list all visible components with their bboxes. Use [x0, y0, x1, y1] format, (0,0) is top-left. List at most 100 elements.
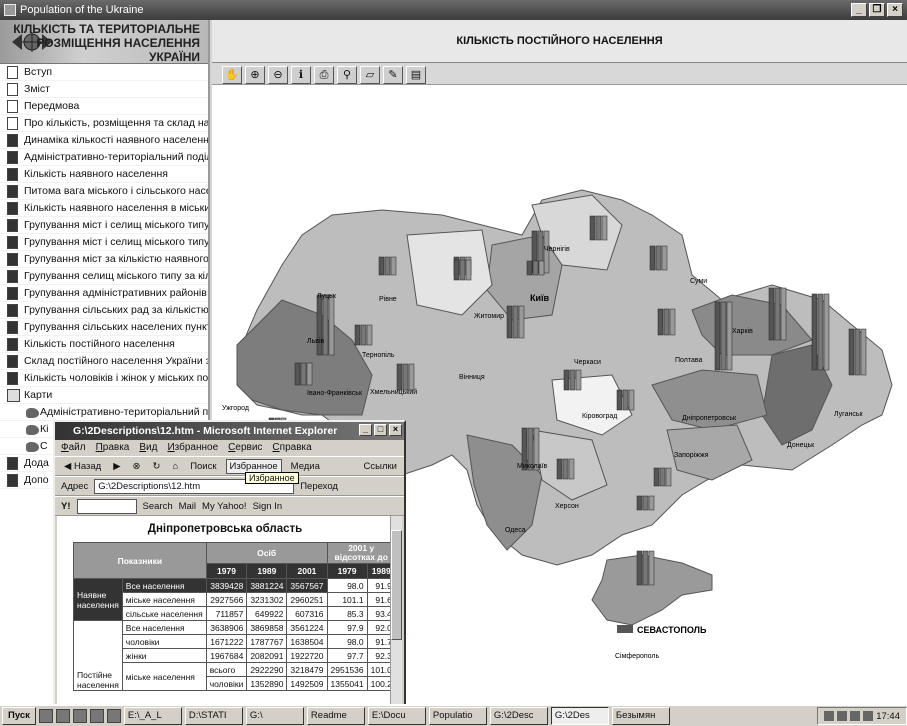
my-yahoo-button[interactable]: My Yahoo! [202, 501, 247, 512]
info-icon[interactable]: ℹ [291, 66, 311, 84]
back-button[interactable]: ◀ Назад [61, 460, 104, 473]
stop-icon[interactable]: ⊗ [130, 460, 144, 473]
sign-in-button[interactable]: Sign In [253, 501, 283, 512]
search-button[interactable]: Поиск [187, 460, 219, 473]
table-cell: 85.3 [326, 606, 368, 621]
quicklaunch-ie-icon[interactable] [38, 709, 53, 723]
population-bar [316, 294, 323, 356]
sidebar-item[interactable]: Зміст [0, 81, 208, 98]
tray-icon[interactable] [850, 711, 861, 721]
sidebar-item[interactable]: Групування міст і селищ міського типу [0, 234, 208, 251]
links-button[interactable]: Ссылки [361, 460, 400, 473]
sidebar-item[interactable]: Групування селищ міського типу за кіль [0, 268, 208, 285]
pen-icon[interactable]: ✎ [383, 66, 403, 84]
population-bar [322, 294, 329, 356]
city-label: Донецьк [787, 442, 815, 449]
home-icon[interactable]: ⌂ [169, 460, 181, 473]
sidebar-item[interactable]: Про кількість, розміщення та склад нас [0, 115, 208, 132]
sidebar-item[interactable]: Кількість постійного населення [0, 336, 208, 353]
sidebar-item[interactable]: Питома вага міського і сільського насе [0, 183, 208, 200]
sidebar-item[interactable]: Кількість наявного населення в міськи [0, 200, 208, 217]
document-icon [7, 134, 18, 147]
yahoo-search-button[interactable]: Search [143, 501, 173, 512]
table-cell: 2951536 [326, 662, 368, 677]
sidebar-item[interactable]: Групування сільських рад за кількістю [0, 302, 208, 319]
quicklaunch-app-icon[interactable] [106, 709, 121, 723]
tray-icon[interactable] [837, 711, 848, 721]
forward-button[interactable]: ▶ [110, 460, 123, 473]
table-cell: 1967684 [205, 648, 248, 663]
minimize-button[interactable]: _ [851, 3, 867, 17]
ie-close-button[interactable]: × [389, 424, 402, 436]
go-button[interactable]: Переход [300, 481, 338, 492]
table-cell: 1787767 [246, 634, 288, 649]
sidebar-item[interactable]: Передмова [0, 98, 208, 115]
zoom-out-icon[interactable]: ⊖ [268, 66, 288, 84]
ie-maximize-button[interactable]: □ [374, 424, 387, 436]
quicklaunch-explorer-icon[interactable] [72, 709, 87, 723]
sidebar-item[interactable]: Адміністративно-територіальний поділ [0, 149, 208, 166]
sidebar-item[interactable]: Групування міст і селищ міського типу [0, 217, 208, 234]
taskbar-button[interactable]: D:\STATI [184, 707, 243, 725]
legend-icon[interactable]: ▤ [406, 66, 426, 84]
sidebar-item[interactable]: Групування міст за кількістю наявного [0, 251, 208, 268]
ie-menu-item[interactable]: Файл [61, 440, 86, 456]
scroll-thumb[interactable] [391, 530, 402, 640]
sidebar-item[interactable]: Кількість чоловіків і жінок у міських по… [0, 370, 208, 387]
sidebar-item[interactable]: Кількість наявного населення [0, 166, 208, 183]
sidebar-item[interactable]: Групування сільських населених пункт [0, 319, 208, 336]
population-bar [512, 305, 519, 339]
sidebar-item[interactable]: Карти [0, 387, 208, 404]
document-icon [7, 270, 18, 283]
yahoo-mail-button[interactable]: Mail [179, 501, 196, 512]
yahoo-search-input[interactable] [76, 498, 137, 514]
pan-icon[interactable]: ✋ [222, 66, 242, 84]
ie-menu-item[interactable]: Правка [96, 440, 130, 456]
table-cell: 711857 [205, 606, 248, 621]
start-button[interactable]: Пуск [2, 707, 36, 725]
ie-menu-item[interactable]: Сервис [228, 440, 262, 456]
sidebar-item-label: Групування міст і селищ міського типу [24, 219, 208, 231]
sidebar-item[interactable]: Адміністративно-територіальний п [0, 404, 208, 421]
banner-line-2: РОЗМІЩЕННЯ НАСЕЛЕННЯ [36, 36, 200, 50]
table-cell: 3839428 [205, 578, 248, 593]
taskbar-button[interactable]: Безымян [611, 707, 670, 725]
print-icon[interactable]: ⎙ [314, 66, 334, 84]
document-icon [7, 202, 18, 215]
erase-icon[interactable]: ▱ [360, 66, 380, 84]
media-button[interactable]: Медиа [288, 460, 323, 473]
taskbar-button[interactable]: G:\2Des [550, 707, 609, 725]
sidebar-item[interactable]: Динаміка кількості наявного населення [0, 132, 208, 149]
restore-button[interactable]: ❐ [869, 3, 885, 17]
taskbar-button[interactable]: G:\ [245, 707, 304, 725]
sidebar-item[interactable]: Склад постійного населення України з [0, 353, 208, 370]
document-icon [7, 236, 18, 249]
tray-icon[interactable] [824, 711, 835, 721]
taskbar-button[interactable]: Readme [306, 707, 365, 725]
ie-menu-item[interactable]: Избранное [167, 440, 218, 456]
taskbar-button[interactable]: G:\2Desc [489, 707, 548, 725]
ie-nav-toolbar: ◀ Назад ▶ ⊗ ↻ ⌂ Поиск Избранное Медиа Сс… [55, 456, 404, 476]
taskbar-button[interactable]: Populatio [428, 707, 487, 725]
find-icon[interactable]: ⚲ [337, 66, 357, 84]
sidebar-item[interactable]: Вступ [0, 64, 208, 81]
taskbar-button[interactable]: E:\Docu [367, 707, 426, 725]
refresh-icon[interactable]: ↻ [149, 460, 163, 473]
close-button[interactable]: × [887, 3, 903, 17]
ie-menu-item[interactable]: Справка [272, 440, 311, 456]
ie-minimize-button[interactable]: _ [359, 424, 372, 436]
sidebar-item[interactable]: Групування адміністративних районів [0, 285, 208, 302]
sidebar-item-label: Зміст [24, 83, 50, 95]
ie-scrollbar[interactable] [390, 516, 402, 704]
clock: 17:44 [876, 710, 900, 722]
zoom-in-icon[interactable]: ⊕ [245, 66, 265, 84]
population-bar [636, 495, 643, 511]
tray-icon[interactable] [863, 711, 874, 721]
population-bar [453, 259, 460, 281]
quicklaunch-media-icon[interactable] [89, 709, 104, 723]
population-bar [506, 305, 513, 339]
table-cell: 3881224 [246, 578, 288, 593]
quicklaunch-desktop-icon[interactable] [55, 709, 70, 723]
taskbar-button[interactable]: E:\_A_L [123, 707, 182, 725]
ie-menu-item[interactable]: Вид [139, 440, 157, 456]
